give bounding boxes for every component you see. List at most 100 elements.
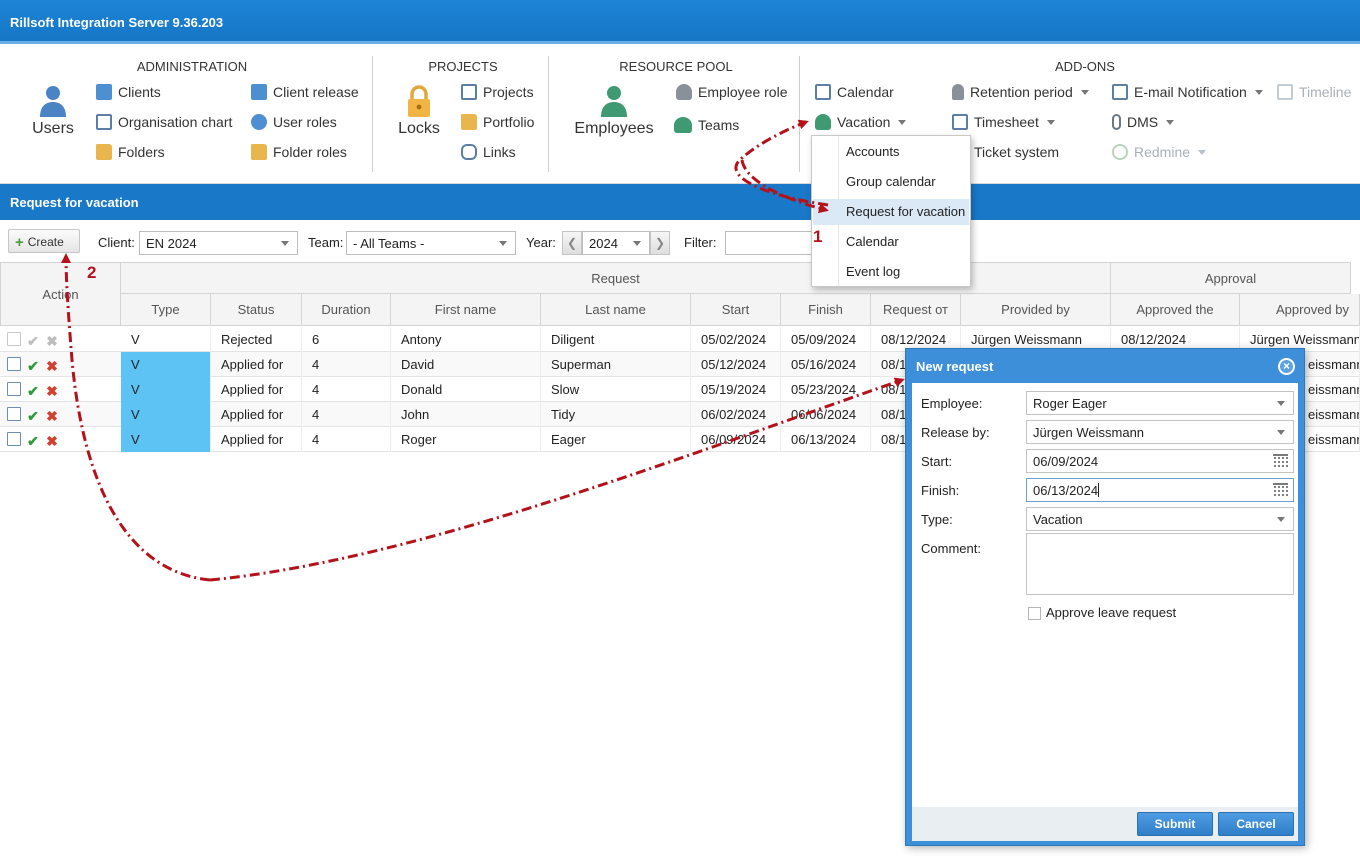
approve-icon[interactable]: ✔	[26, 384, 40, 398]
reject-icon[interactable]: ✖	[45, 409, 59, 423]
locks-button[interactable]: Locks	[394, 84, 444, 138]
client-select[interactable]: EN 2024	[139, 231, 298, 255]
calendar-icon[interactable]	[1273, 454, 1288, 468]
locks-label: Locks	[398, 120, 440, 137]
text-cursor	[1098, 483, 1100, 497]
edit-icon[interactable]	[7, 432, 21, 446]
column-header-status[interactable]: Status	[211, 294, 302, 326]
status-header-label: Status	[237, 302, 275, 317]
type-select[interactable]: Vacation	[1026, 507, 1294, 531]
comment-textarea[interactable]	[1026, 533, 1294, 595]
client-release-button[interactable]: Client release	[251, 82, 359, 102]
cell-first-name: John	[391, 402, 541, 427]
row-actions: ✔ ✖	[7, 432, 64, 448]
column-header-type[interactable]: Type	[121, 294, 211, 326]
reject-icon[interactable]: ✖	[45, 434, 59, 448]
finish-date-field[interactable]: 06/13/2024	[1026, 478, 1294, 502]
factory-icon	[96, 84, 112, 100]
approve-icon[interactable]: ✔	[26, 359, 40, 373]
approve-leave-checkbox[interactable]	[1028, 607, 1041, 620]
dialog-body: Employee: Roger Eager Release by: Jürgen…	[912, 383, 1298, 807]
clients-button[interactable]: Clients	[96, 82, 161, 102]
start-value: 06/09/2024	[1033, 454, 1099, 469]
projects-button[interactable]: Projects	[461, 82, 534, 102]
create-button[interactable]: + Create	[8, 229, 80, 253]
new-request-dialog: New request × Employee: Roger Eager Rele…	[905, 348, 1305, 846]
column-header-finish[interactable]: Finish	[781, 294, 871, 326]
employees-button[interactable]: Employees	[568, 84, 660, 138]
approve-icon[interactable]: ✔	[26, 409, 40, 423]
reject-icon[interactable]: ✖	[45, 359, 59, 373]
start-date-field[interactable]: 06/09/2024	[1026, 449, 1294, 473]
menu-item-event-log[interactable]: Event log	[813, 259, 969, 285]
timeline-button[interactable]: Timeline	[1277, 82, 1351, 102]
paperclip-icon	[1112, 114, 1121, 130]
retention-period-button[interactable]: Retention period	[952, 82, 1089, 102]
year-next-button[interactable]: ❯	[650, 231, 670, 255]
edit-icon[interactable]	[7, 382, 21, 396]
email-notification-button[interactable]: E-mail Notification	[1112, 82, 1263, 102]
request-from-header-label: Request от	[883, 302, 948, 317]
column-header-last-name[interactable]: Last name	[541, 294, 691, 326]
calendar-button[interactable]: Calendar	[815, 82, 894, 102]
folder-roles-button[interactable]: Folder roles	[251, 142, 347, 162]
menu-item-accounts[interactable]: Accounts	[813, 139, 969, 165]
refresh-icon	[1112, 144, 1128, 160]
cancel-button[interactable]: Cancel	[1218, 812, 1294, 836]
cell-type: V	[121, 352, 211, 377]
approve-icon[interactable]: ✔	[26, 434, 40, 448]
year-select[interactable]: 2024	[582, 231, 650, 255]
portfolio-button[interactable]: Portfolio	[461, 112, 534, 132]
chevron-down-icon	[1277, 430, 1285, 435]
teams-button[interactable]: Teams	[674, 115, 739, 135]
edit-icon[interactable]	[7, 357, 21, 371]
column-header-request-from[interactable]: Request от	[871, 294, 961, 326]
column-header-approved-by[interactable]: Approved by	[1240, 294, 1360, 326]
reject-icon[interactable]: ✖	[45, 384, 59, 398]
start-label: Start:	[921, 454, 953, 469]
dms-button[interactable]: DMS	[1112, 112, 1175, 132]
close-icon[interactable]: ×	[1278, 358, 1295, 375]
organisation-chart-button[interactable]: Organisation chart	[96, 112, 232, 132]
folders-button[interactable]: Folders	[96, 142, 165, 162]
filter-input[interactable]	[725, 231, 820, 255]
redmine-label: Redmine	[1134, 144, 1191, 160]
cell-type: V	[121, 377, 211, 402]
user-roles-button[interactable]: User roles	[251, 112, 337, 132]
menu-item-group-calendar[interactable]: Group calendar	[813, 169, 969, 195]
column-header-approved-the[interactable]: Approved the	[1111, 294, 1240, 326]
links-button[interactable]: Links	[461, 142, 516, 162]
reject-icon[interactable]: ✖	[45, 334, 59, 348]
portfolio-icon	[461, 114, 477, 130]
calendar-icon[interactable]	[1273, 483, 1288, 497]
edit-icon[interactable]	[7, 332, 21, 346]
team-select[interactable]: - All Teams -	[346, 231, 516, 255]
users-button[interactable]: Users	[26, 84, 80, 138]
column-header-start[interactable]: Start	[691, 294, 781, 326]
edit-icon[interactable]	[7, 407, 21, 421]
vacation-label: Vacation	[837, 114, 891, 130]
cell-status: Applied for	[211, 352, 302, 377]
employees-label: Employees	[574, 120, 654, 137]
menu-item-request-for-vacation[interactable]: Request for vacation	[813, 199, 969, 225]
ticket-system-button[interactable]: Ticket system	[974, 142, 1059, 162]
redmine-button[interactable]: Redmine	[1112, 142, 1207, 162]
approve-icon[interactable]: ✔	[26, 334, 40, 348]
menu-item-calendar[interactable]: Calendar	[813, 229, 969, 255]
column-header-action[interactable]: Action	[0, 262, 121, 326]
column-header-provided-by[interactable]: Provided by	[961, 294, 1111, 326]
year-prev-button[interactable]: ❮	[562, 231, 582, 255]
employee-select[interactable]: Roger Eager	[1026, 391, 1294, 415]
row-actions: ✔ ✖	[7, 382, 64, 398]
column-header-duration[interactable]: Duration	[302, 294, 391, 326]
filter-label: Filter:	[684, 235, 717, 250]
employee-role-button[interactable]: Employee role	[676, 82, 788, 102]
submit-button[interactable]: Submit	[1137, 812, 1213, 836]
dms-label: DMS	[1127, 114, 1159, 130]
cell-first-name: Antony	[391, 327, 541, 352]
column-header-first-name[interactable]: First name	[391, 294, 541, 326]
release-by-select[interactable]: Jürgen Weissmann	[1026, 420, 1294, 444]
vacation-button[interactable]: Vacation	[815, 112, 907, 132]
vacation-icon	[815, 114, 831, 130]
timesheet-button[interactable]: Timesheet	[952, 112, 1055, 132]
